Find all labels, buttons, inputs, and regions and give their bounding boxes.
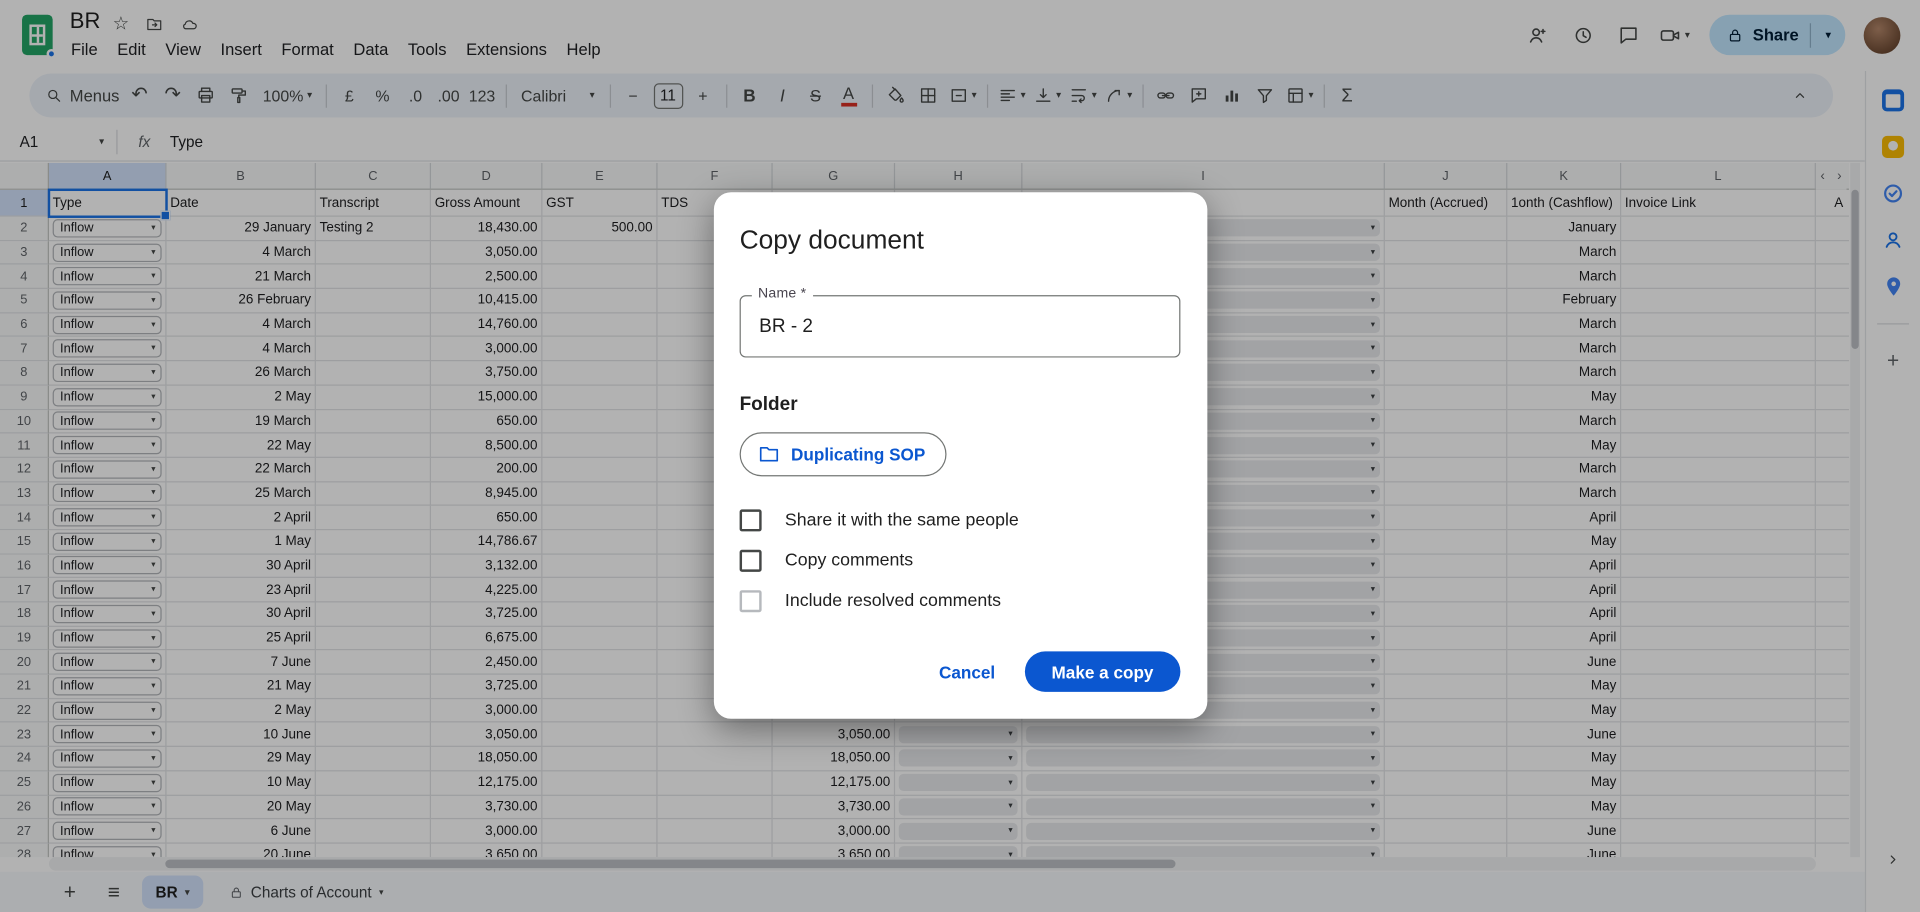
checkbox-label: Share it with the same people (784, 510, 1019, 531)
dialog-title: Copy document (739, 225, 924, 255)
make-a-copy-button[interactable]: Make a copy (1024, 651, 1181, 692)
checkbox-row: Copy comments (739, 549, 1181, 572)
copy-comments-checkbox[interactable] (739, 549, 762, 572)
folder-name: Duplicating SOP (791, 444, 926, 465)
name-input[interactable] (759, 315, 1161, 338)
name-field[interactable]: Name * (739, 286, 1181, 358)
share-same-people-checkbox[interactable] (739, 509, 762, 532)
dialog-actions: Cancel Make a copy (740, 651, 1181, 692)
google-sheets-app: BR ☆ File Edit View Insert Format Data Tools Ex… (0, 0, 1920, 912)
copy-document-dialog: Copy document Name * Folder Duplicating … (713, 192, 1208, 719)
checkbox-row: Include resolved comments (739, 590, 1181, 613)
checkbox-label: Include resolved comments (784, 591, 1002, 612)
include-resolved-comments-checkbox[interactable] (739, 590, 762, 613)
folder-icon (759, 447, 779, 462)
checkbox-row: Share it with the same people (739, 509, 1181, 532)
folder-picker-button[interactable]: Duplicating SOP (739, 432, 947, 477)
folder-heading: Folder (739, 394, 798, 416)
cancel-button[interactable]: Cancel (919, 652, 1014, 691)
name-field-label: Name * (751, 286, 813, 302)
checkbox-label: Copy comments (784, 551, 914, 571)
